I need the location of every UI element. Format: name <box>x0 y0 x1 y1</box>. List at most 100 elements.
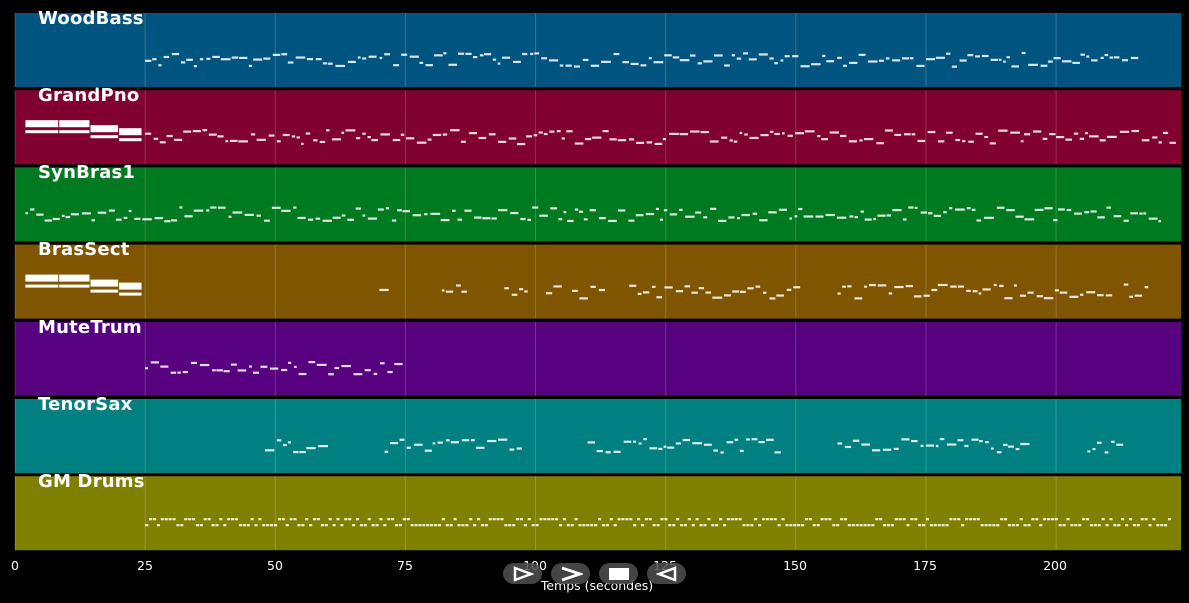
note <box>215 524 219 527</box>
stop-icon <box>608 567 629 580</box>
track-panel[interactable] <box>14 244 1181 319</box>
note <box>1004 518 1008 521</box>
play-button[interactable] <box>551 563 590 584</box>
note <box>492 58 497 61</box>
note <box>488 518 492 521</box>
note <box>570 524 574 527</box>
tick-label: 25 <box>137 558 153 573</box>
note <box>212 55 220 59</box>
note <box>145 367 149 370</box>
note <box>1044 207 1053 210</box>
play-from-start-button[interactable] <box>503 563 542 584</box>
note <box>672 524 676 527</box>
note <box>658 447 663 450</box>
note <box>520 217 526 221</box>
note <box>964 444 969 448</box>
note <box>1011 524 1015 527</box>
note <box>911 133 916 136</box>
note <box>409 55 419 58</box>
note <box>308 218 314 221</box>
note <box>191 518 196 521</box>
note <box>734 518 738 521</box>
note <box>344 518 348 521</box>
note <box>741 213 750 217</box>
note <box>397 209 402 212</box>
stop-button[interactable] <box>599 563 638 584</box>
note <box>869 283 876 287</box>
note <box>636 141 645 144</box>
track-panel[interactable] <box>14 13 1181 87</box>
note <box>966 207 971 210</box>
track-panel[interactable] <box>14 399 1181 473</box>
rewind-button[interactable] <box>647 563 686 584</box>
playback-controls <box>503 563 686 584</box>
note <box>731 54 735 57</box>
track-background <box>15 399 1181 473</box>
note <box>746 524 750 527</box>
note <box>219 518 223 521</box>
track-label-grandpno: GrandPno <box>38 85 140 106</box>
note <box>305 132 311 135</box>
note <box>308 360 316 364</box>
note <box>852 439 860 442</box>
note <box>59 274 90 282</box>
note <box>391 518 395 521</box>
note <box>774 62 778 65</box>
note <box>967 54 974 57</box>
note <box>61 214 65 218</box>
note <box>502 56 511 59</box>
note <box>748 58 757 61</box>
note <box>635 214 644 217</box>
note <box>550 207 558 210</box>
note <box>990 58 999 61</box>
note <box>707 518 711 521</box>
note <box>721 136 728 139</box>
note <box>816 524 820 527</box>
track-background <box>15 321 1181 396</box>
note <box>460 140 466 143</box>
note <box>656 524 660 527</box>
note <box>119 282 142 290</box>
note <box>1024 218 1035 221</box>
note <box>134 217 141 220</box>
note <box>669 132 679 135</box>
note <box>478 136 487 140</box>
note <box>281 209 291 212</box>
note <box>847 285 852 288</box>
note <box>589 209 596 212</box>
note <box>229 139 238 143</box>
note <box>1156 524 1160 527</box>
note <box>419 61 424 64</box>
note <box>484 524 488 527</box>
note <box>1100 56 1104 60</box>
note <box>685 215 695 218</box>
note <box>461 290 467 293</box>
note <box>332 216 341 219</box>
track-panel[interactable] <box>14 476 1181 551</box>
note <box>859 524 863 527</box>
note <box>522 52 528 56</box>
note <box>660 218 663 221</box>
note <box>298 372 307 376</box>
note <box>25 130 59 134</box>
note <box>362 57 367 60</box>
note <box>97 211 107 214</box>
track-panel[interactable] <box>14 321 1181 396</box>
note <box>709 140 719 143</box>
note <box>523 524 527 527</box>
note <box>598 518 602 521</box>
note <box>837 56 842 60</box>
note <box>903 133 911 136</box>
note <box>500 518 504 521</box>
note <box>774 451 781 454</box>
track-panel[interactable] <box>14 90 1181 165</box>
note <box>875 518 879 521</box>
note <box>1028 63 1039 66</box>
note <box>527 218 532 221</box>
note <box>1046 518 1051 521</box>
note <box>318 444 328 448</box>
note <box>1066 518 1070 521</box>
note <box>383 524 387 527</box>
note <box>675 442 681 445</box>
track-panel[interactable] <box>14 167 1181 242</box>
